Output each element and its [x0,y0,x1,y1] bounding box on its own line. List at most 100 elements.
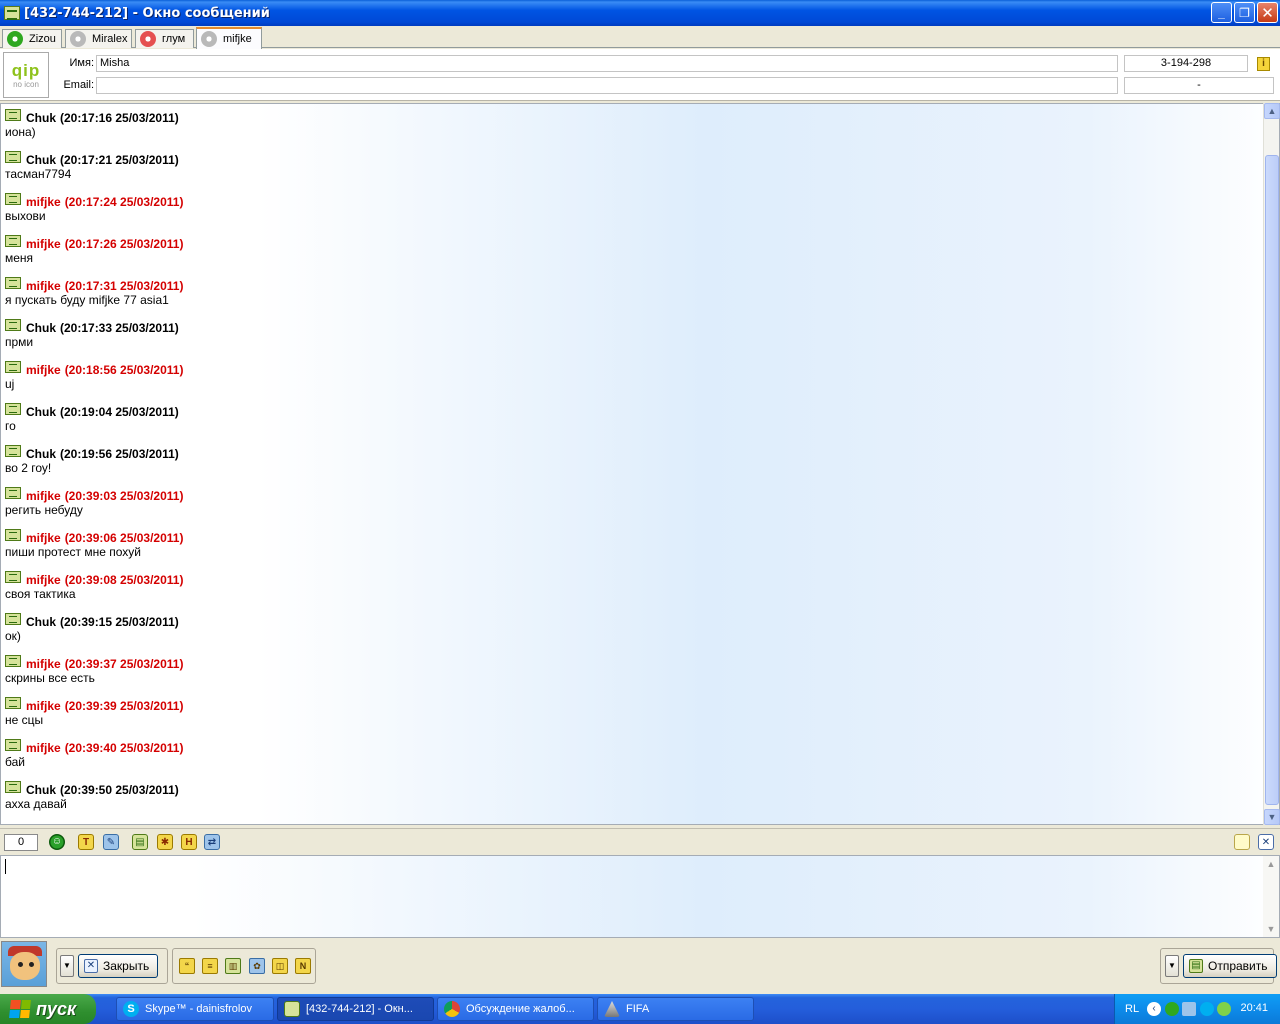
message-icon [5,739,21,751]
scroll-down-arrow-icon[interactable]: ▼ [1264,809,1280,825]
message-header: Chuk (20:17:33 25/03/2011) [5,319,1005,336]
input-scroll-down-icon[interactable]: ▼ [1263,921,1279,937]
new-message-icon[interactable] [1234,834,1250,850]
no-icon-text: no icon [13,79,39,89]
minimize-button[interactable]: _ [1211,2,1232,23]
tab-miralex[interactable]: Miralex [65,29,132,48]
paste-icon[interactable]: ◫ [272,958,288,974]
font-icon[interactable]: T [78,834,94,850]
qip-tray-icon[interactable] [1165,1002,1179,1016]
close-x-icon: ✕ [84,959,98,973]
message-item: mifjke (20:39:03 25/03/2011) регить небуду [5,487,1005,517]
send-file-icon[interactable]: ✱ [157,834,173,850]
history-icon[interactable]: H [181,834,197,850]
color-icon[interactable]: ✎ [103,834,119,850]
task-skype[interactable]: S Skype™ - dainisfrolov [116,997,274,1021]
message-icon [5,571,21,583]
message-item: Chuk (20:17:21 25/03/2011) тасман7794 [5,151,1005,181]
history-scrollbar[interactable]: ▲ ▼ [1263,103,1280,825]
smiles-icon[interactable]: ☺ [49,834,65,850]
language-indicator[interactable]: RL [1125,1003,1139,1015]
task-qip-chat[interactable]: [432-744-212] - Окн... [277,997,434,1021]
message-icon [5,235,21,247]
notes-icon[interactable]: N [295,958,311,974]
save-icon[interactable]: ▤ [132,834,148,850]
uin-field: 3-194-298 [1124,55,1248,72]
close-button[interactable]: ✕ Закрыть [78,954,159,978]
message-input[interactable] [0,855,1280,938]
message-icon [5,487,21,499]
message-header: mifjke (20:39:06 25/03/2011) [5,529,1005,546]
tab-label: mifjke [223,33,252,45]
message-item: Chuk (20:39:50 25/03/2011) ахха давай [5,781,1005,811]
qip-icon [284,1001,300,1017]
message-icon [5,529,21,541]
skype-tray-icon[interactable] [1200,1002,1214,1016]
message-item: Chuk (20:19:04 25/03/2011) го [5,403,1005,433]
message-text: не сцы [5,713,44,727]
message-text: меня [5,251,34,265]
message-item: mifjke (20:17:31 25/03/2011) я пускать буд… [5,277,1005,307]
translit-icon[interactable]: ⇄ [204,834,220,850]
tab-mifjke[interactable]: mifjke [196,27,262,49]
message-author: mifjke [26,699,61,713]
history-book-icon[interactable]: ▥ [225,958,241,974]
send-options-dropdown[interactable]: ▼ [1165,955,1179,977]
message-author: mifjke [26,363,61,377]
tab-glum[interactable]: глум [135,29,194,48]
tab-label: глум [162,33,186,45]
contact-details-icon[interactable]: i [1257,57,1270,71]
contact-info-icon[interactable]: ≡ [202,958,218,974]
message-text: ок) [5,629,21,643]
scroll-thumb[interactable] [1265,155,1279,805]
avatar-eye [18,962,23,967]
tray-expand-icon[interactable]: ‹ [1147,1002,1161,1016]
message-timestamp: (20:39:39 25/03/2011) [64,699,184,713]
windows-logo-icon [9,1000,31,1018]
qip-logo-text: qip [11,60,41,80]
task-fifa[interactable]: FIFA [597,997,754,1021]
message-author: Chuk [26,783,56,797]
status-ok-icon[interactable] [1217,1002,1231,1016]
tab-zizou[interactable]: Zizou [2,29,62,48]
avatar-eye [29,962,34,967]
services-icon[interactable]: ✿ [249,958,265,974]
window-controls: _ ❐ ✕ [1211,2,1278,23]
start-label: пуск [36,998,77,1019]
title-bar[interactable]: [432-744-212] - Окно сообщений _ ❐ ✕ [0,0,1280,26]
send-button[interactable]: ▤ Отправить [1183,954,1277,978]
message-timestamp: (20:17:21 25/03/2011) [60,153,179,167]
message-header: Chuk (20:17:16 25/03/2011) [5,109,1005,126]
input-scrollbar[interactable]: ▲ ▼ [1263,856,1279,937]
message-author: mifjke [26,237,61,251]
message-text: прми [5,335,34,349]
restore-button[interactable]: ❐ [1234,2,1255,23]
close-window-button[interactable]: ✕ [1257,2,1278,23]
message-timestamp: (20:39:06 25/03/2011) [64,531,184,545]
quote-icon[interactable]: “ [179,958,195,974]
email-field[interactable] [96,77,1118,94]
task-chrome[interactable]: Обсуждение жалоб... [437,997,594,1021]
task-label: FIFA [626,1003,650,1015]
message-item: mifjke (20:17:24 25/03/2011) выхови [5,193,1005,223]
message-text: пиши протест мне похуй [5,545,141,559]
input-scroll-up-icon[interactable]: ▲ [1263,856,1279,872]
message-header: Chuk (20:19:56 25/03/2011) [5,445,1005,462]
scroll-up-arrow-icon[interactable]: ▲ [1264,103,1280,119]
char-counter: 0 [4,834,38,851]
message-author: Chuk [26,111,56,125]
clear-icon[interactable]: ✕ [1258,834,1274,850]
message-header: Chuk (20:39:15 25/03/2011) [5,613,1005,630]
message-header: Chuk (20:39:50 25/03/2011) [5,781,1005,798]
start-button[interactable]: пуск [0,994,96,1024]
message-header: mifjke (20:39:37 25/03/2011) [5,655,1005,672]
message-item: mifjke (20:39:39 25/03/2011) не сцы [5,697,1005,727]
my-avatar[interactable] [1,941,47,987]
message-timestamp: (20:18:56 25/03/2011) [64,363,184,377]
close-options-dropdown[interactable]: ▼ [60,955,74,977]
name-field[interactable]: Misha [96,55,1118,72]
chat-history[interactable]: Chuk (20:17:16 25/03/2011) иона) Chuk (20:17… [0,103,1280,825]
message-author: mifjke [26,195,61,209]
network-icon[interactable] [1182,1002,1196,1016]
message-text: ахха давай [5,797,67,811]
